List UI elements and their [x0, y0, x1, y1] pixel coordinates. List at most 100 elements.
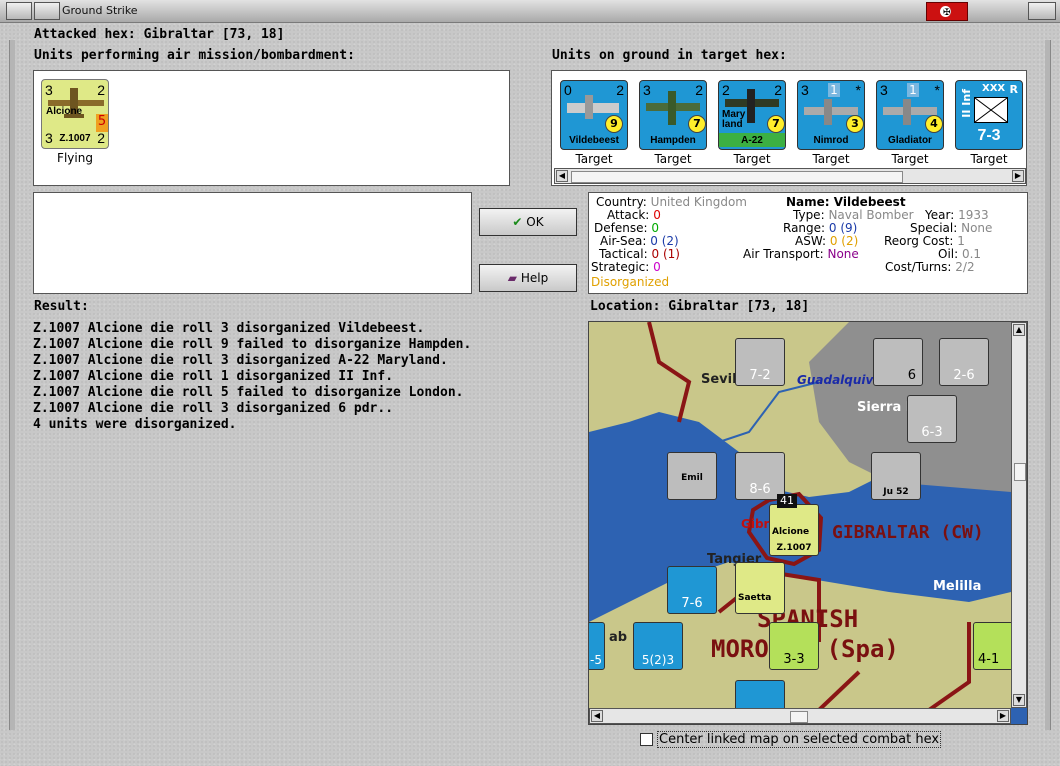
unit-circle-value: 9	[605, 115, 623, 133]
oil-key: Oil:	[938, 247, 959, 261]
unit-circle-value: 4	[925, 115, 943, 133]
counter-strength: 2-6	[953, 368, 975, 383]
map-counter[interactable]: -5	[589, 622, 605, 670]
status-text: Disorganized	[591, 275, 670, 289]
ground-units-scrollbar[interactable]: ◀ ▶	[554, 168, 1026, 184]
map-counter[interactable]: 7-2	[735, 338, 785, 386]
map-counter[interactable]: 8-6	[735, 452, 785, 500]
unit-circle-value: 3	[846, 115, 864, 133]
unit-strength: 7-3	[977, 127, 1001, 144]
airsea-value: 0 (2)	[650, 234, 679, 248]
tactical-key: Tactical:	[599, 247, 648, 261]
ground-unit-counter[interactable]: 2 2 Mary land 7 A-22	[718, 80, 786, 150]
map-counter[interactable]: 3-3	[769, 622, 819, 670]
airtransport-key: Air Transport:	[743, 247, 824, 261]
map-counter[interactable]: 5(2)3	[633, 622, 683, 670]
book-icon: ▰	[507, 271, 518, 285]
minimize-button[interactable]	[34, 2, 60, 20]
unit-name: Hampden	[650, 135, 696, 146]
location-label: Location: Gibraltar [73, 18]	[590, 299, 810, 314]
scroll-left-icon[interactable]: ◀	[556, 170, 568, 182]
ground-unit-counter[interactable]: 0 2 9 Vildebeest	[560, 80, 628, 150]
unit-value: *	[855, 82, 861, 98]
year-key: Year:	[925, 208, 955, 222]
unit-value: 3	[880, 82, 888, 98]
map-counter[interactable]: Ju 52	[871, 452, 921, 500]
result-list: Z.1007 Alcione die roll 3 disorganized V…	[33, 321, 573, 433]
map-label-melilla: Melilla	[933, 579, 982, 594]
unit-value: 2	[774, 82, 782, 98]
unit-value: *	[934, 82, 940, 98]
center-map-checkbox-label[interactable]: Center linked map on selected combat hex	[657, 731, 942, 748]
title-bar: Ground Strike ✠	[0, 0, 1060, 23]
air-unit-counter[interactable]: 3 2 Alcione 5 3 Z.1007 2	[41, 79, 109, 149]
map-horizontal-scrollbar[interactable]: ◀ ▶	[589, 708, 1011, 724]
counter-strength: -5	[590, 653, 602, 667]
defense-value: 0	[651, 221, 659, 235]
result-line: 4 units were disorganized.	[33, 417, 237, 432]
year-value: 1933	[958, 208, 989, 222]
scroll-right-icon[interactable]: ▶	[1012, 170, 1024, 182]
name-key: Name:	[786, 195, 830, 209]
unit-value: 3	[801, 82, 809, 98]
target-button[interactable]: Target	[559, 152, 629, 166]
map-counter[interactable]: 4-1	[973, 622, 1015, 670]
map-label-guadalquivir: Guadalquiv	[797, 373, 874, 387]
counter-strength: 3-3	[783, 652, 805, 667]
map-label-ab: ab	[609, 630, 628, 645]
description-box	[33, 192, 472, 294]
range-value: 0 (9)	[828, 221, 858, 235]
unit-value: 2	[695, 82, 703, 98]
ground-units-label: Units on ground in target hex:	[552, 48, 787, 63]
unit-name: A-22	[741, 135, 763, 146]
target-button[interactable]: Target	[796, 152, 866, 166]
target-button[interactable]: Target	[638, 152, 708, 166]
target-button[interactable]: Target	[875, 152, 945, 166]
unit-value: 0	[564, 82, 572, 98]
target-button[interactable]: Target	[717, 152, 787, 166]
asw-value: 0 (2)	[829, 234, 859, 248]
center-map-checkbox[interactable]	[640, 733, 653, 746]
system-menu-button[interactable]	[6, 2, 32, 20]
asw-key: ASW:	[795, 234, 827, 248]
air-unit-attack: 3	[45, 82, 53, 98]
map-counter[interactable]: 7-6	[667, 566, 717, 614]
map-vscroll-thumb[interactable]	[1014, 463, 1026, 481]
map-counter[interactable]: Emil	[667, 452, 717, 500]
ground-unit-counter[interactable]: II Inf XXX R 7-3	[955, 80, 1023, 150]
counter-strength: 7-6	[681, 596, 703, 611]
map-counter-selected[interactable]: Alcione Z.1007	[769, 504, 819, 556]
ground-unit-counter[interactable]: 3 1 * 4 Gladiator	[876, 80, 944, 150]
air-unit-status: Flying	[57, 151, 93, 165]
ground-unit-counter[interactable]: 3 2 7 Hampden	[639, 80, 707, 150]
attacked-hex-label: Attacked hex: Gibraltar [73, 18]	[34, 27, 285, 42]
scroll-down-icon[interactable]: ▼	[1013, 694, 1025, 706]
unit-badge: 1	[828, 83, 840, 97]
attack-key: Attack:	[607, 208, 650, 222]
scroll-left-icon[interactable]: ◀	[591, 710, 603, 722]
unit-name: Nimrod	[813, 135, 849, 146]
counter-label: Saetta	[738, 593, 772, 603]
counter-label: Ju 52	[883, 487, 909, 497]
country-key: Country:	[596, 195, 647, 209]
air-units-label: Units performing air mission/bombardment…	[34, 48, 355, 63]
map-counter[interactable]: 6	[873, 338, 923, 386]
map-vertical-scrollbar[interactable]: ▲ ▼	[1011, 322, 1027, 708]
map-view[interactable]: Sevil Guadalquiv Sierra M Gibr GIBRALTAR…	[588, 321, 1028, 725]
scroll-thumb[interactable]	[571, 171, 903, 183]
map-counter[interactable]: 6-3	[907, 395, 957, 443]
ground-unit-counter[interactable]: 3 1 * 3 Nimrod	[797, 80, 865, 150]
map-label-gibraltar: GIBRALTAR (CW)	[832, 522, 984, 543]
map-counter[interactable]: Saetta	[735, 562, 785, 614]
range-key: Range:	[783, 221, 826, 235]
reorg-key: Reorg Cost:	[884, 234, 954, 248]
close-button[interactable]	[1028, 2, 1056, 20]
map-counter[interactable]: 2-6	[939, 338, 989, 386]
help-button[interactable]: ▰ Help	[479, 264, 577, 292]
target-button[interactable]: Target	[954, 152, 1024, 166]
unit-name: Vildebeest	[569, 135, 619, 146]
scroll-right-icon[interactable]: ▶	[997, 710, 1009, 722]
map-hscroll-thumb[interactable]	[790, 711, 808, 723]
ok-button[interactable]: ✔ OK	[479, 208, 577, 236]
scroll-up-icon[interactable]: ▲	[1013, 324, 1025, 336]
